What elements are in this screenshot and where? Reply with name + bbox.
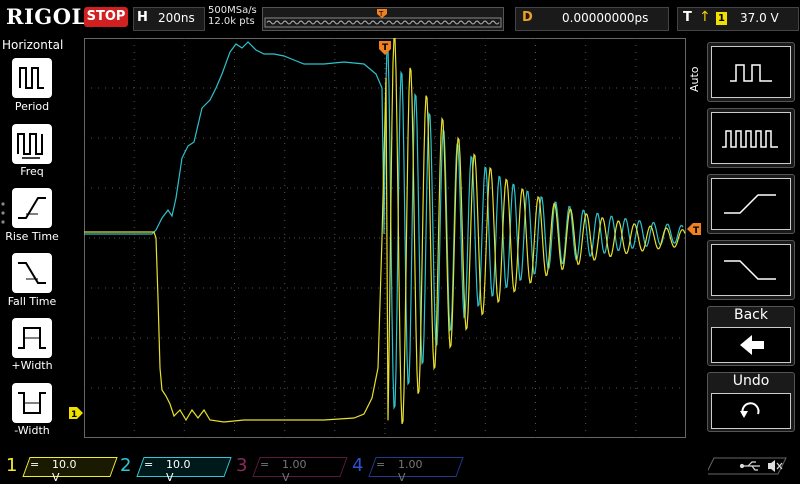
freq-icon	[17, 133, 43, 159]
channel-4-scale: 1.00 V	[398, 458, 423, 484]
undo-label: Undo	[732, 373, 770, 389]
delay-value: 0.00000000ps	[562, 11, 649, 25]
menu-page-dots	[1, 202, 5, 224]
timebase-value: 200ns	[158, 11, 195, 25]
channel-2-number: 2	[120, 455, 132, 476]
falling-ramp-icon	[724, 260, 776, 280]
auto-multi-pulse-button[interactable]	[707, 108, 795, 168]
rise-time-button[interactable]	[12, 188, 52, 228]
svg-text:T: T	[382, 43, 389, 53]
fall-time-icon	[18, 262, 46, 284]
positive-width-label: +Width	[11, 359, 53, 372]
ch2-waveform	[84, 41, 684, 410]
trigger-source: 1	[716, 12, 727, 25]
falling-edge-icon-frame	[711, 244, 791, 296]
positive-width-icon	[18, 327, 46, 349]
auto-rising-edge-button[interactable]	[707, 174, 795, 234]
channel-2-scale: 10.0 V	[166, 458, 191, 484]
auto-falling-edge-button[interactable]	[707, 240, 795, 300]
memory-overview-waveform: T	[264, 9, 502, 28]
channel-1-scale: 10.0 V	[52, 458, 77, 484]
fall-time-label: Fall Time	[7, 295, 57, 308]
usb-icon	[739, 461, 760, 471]
memory-overview-strip[interactable]: T	[262, 7, 504, 31]
channel-3-coupling: =	[260, 458, 270, 471]
channel-1-number: 1	[6, 455, 18, 476]
undo-icon	[740, 402, 760, 418]
freq-button[interactable]	[12, 124, 52, 164]
left-measure-menu: Horizontal Period Freq Rise Time Fall Ti…	[0, 36, 64, 452]
trigger-label: T	[683, 10, 692, 25]
menu-title: Horizontal	[2, 38, 64, 52]
sample-rate: 500MSa/s	[208, 5, 257, 16]
rising-edge-icon: ↑	[699, 9, 711, 25]
back-arrow-icon	[740, 335, 764, 355]
trigger-level: 37.0 V	[740, 11, 779, 25]
multi-pulse-icon-frame	[711, 112, 791, 164]
rising-edge-icon-frame	[711, 178, 791, 230]
channel-2-coupling: =	[144, 458, 154, 471]
waveform-canvas	[84, 37, 686, 438]
undo-icon-frame	[711, 393, 791, 429]
negative-width-label: -Width	[14, 424, 50, 437]
auto-single-pulse-button[interactable]	[707, 42, 795, 102]
channel-4-coupling: =	[376, 458, 386, 471]
pulse-wave-icon	[730, 64, 772, 82]
trigger-level-marker[interactable]: T	[686, 222, 702, 236]
rising-ramp-icon	[724, 194, 776, 214]
period-button[interactable]	[12, 58, 52, 98]
channel-4-number: 4	[352, 455, 364, 476]
delay-label: D	[522, 10, 533, 25]
status-icons	[708, 457, 787, 475]
negative-width-button[interactable]	[12, 383, 52, 423]
memory-depth: 12.0k pts	[208, 16, 255, 27]
period-label: Period	[14, 100, 50, 113]
rise-time-icon	[18, 197, 46, 219]
positive-width-button[interactable]	[12, 318, 52, 358]
trigger-display[interactable]: T ↑ 1 37.0 V	[677, 7, 799, 31]
acquisition-info: 500MSa/s 12.0k pts	[208, 5, 257, 27]
back-icon-frame	[711, 327, 791, 363]
horizontal-timebase[interactable]: H 200ns	[133, 7, 205, 31]
fall-time-button[interactable]	[12, 253, 52, 293]
svg-text:T: T	[693, 226, 700, 236]
brand-logo: RIGOL	[6, 4, 87, 29]
run-stop-indicator[interactable]: STOP	[84, 7, 128, 27]
channel-1-coupling: =	[30, 458, 40, 471]
ch1-ground-marker[interactable]: 1	[68, 406, 84, 420]
svg-text:1: 1	[71, 410, 77, 420]
auto-mode-label: Auto	[688, 66, 701, 92]
back-label: Back	[734, 307, 768, 323]
trigger-position-marker[interactable]: T	[378, 40, 392, 56]
delay-display[interactable]: D 0.00000000ps	[515, 7, 669, 31]
channel-3-scale: 1.00 V	[282, 458, 307, 484]
back-button[interactable]: Back	[707, 306, 795, 366]
pulse-wave-icon-frame	[711, 46, 791, 98]
negative-width-icon	[18, 392, 46, 414]
waveform-display[interactable]	[84, 37, 686, 438]
undo-button[interactable]: Undo	[707, 372, 795, 432]
period-icon	[19, 67, 44, 89]
channel-3-number: 3	[236, 455, 248, 476]
multi-pulse-icon	[722, 130, 778, 148]
svg-text:T: T	[378, 10, 384, 18]
rise-time-label: Rise Time	[5, 230, 59, 243]
freq-label: Freq	[20, 165, 44, 178]
horizontal-label: H	[137, 10, 148, 25]
